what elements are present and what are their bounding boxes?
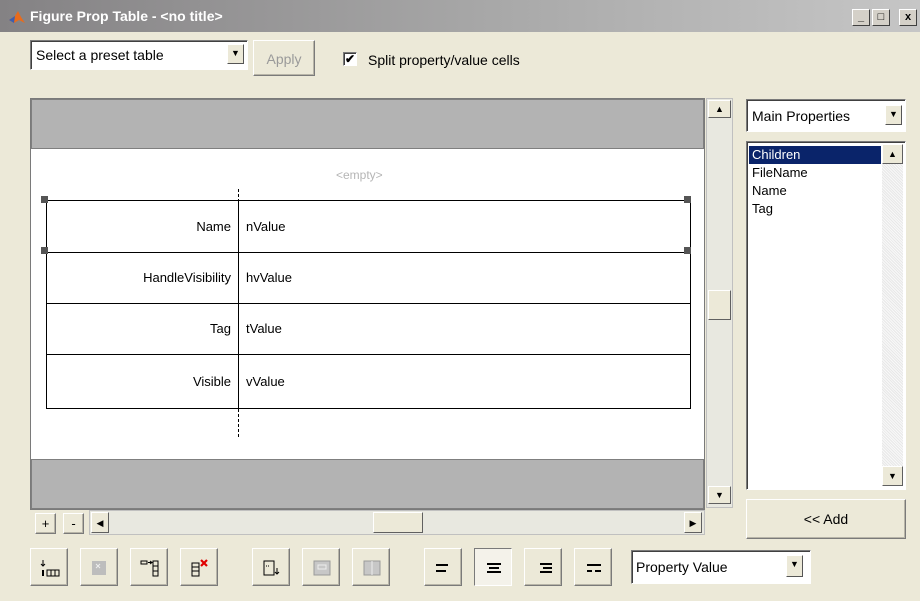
insert-cell-icon — [263, 560, 280, 576]
scroll-down-icon[interactable]: ▼ — [882, 466, 903, 486]
footer-band — [31, 459, 704, 509]
align-right-icon — [540, 563, 552, 573]
resize-handle[interactable] — [41, 196, 48, 203]
scroll-right-icon[interactable]: ▶ — [684, 512, 702, 533]
justify-icon — [587, 564, 601, 572]
table-layout-canvas[interactable]: <empty> Name nValue HandleVisibility hvV… — [30, 98, 705, 510]
scroll-up-icon[interactable]: ▲ — [882, 144, 903, 164]
property-cell[interactable]: Tag — [47, 304, 239, 354]
maximize-icon: □ — [877, 11, 885, 23]
align-left-icon — [436, 564, 448, 572]
split-cells-icon — [363, 560, 381, 576]
window-title: Figure Prop Table - <no title> — [30, 8, 223, 24]
canvas-vertical-scrollbar[interactable]: ▲ ▼ — [706, 98, 733, 508]
resize-handle[interactable] — [41, 247, 48, 254]
align-center-icon — [487, 563, 501, 573]
scroll-down-icon[interactable]: ▼ — [708, 486, 731, 504]
property-cell[interactable]: Name — [47, 201, 239, 252]
preset-table-select[interactable]: Select a preset table ▼ — [30, 40, 248, 70]
value-cell[interactable]: vValue — [246, 355, 285, 408]
split-cells-label: Split property/value cells — [368, 52, 520, 68]
value-cell[interactable]: nValue — [246, 201, 286, 252]
insert-row-icon — [40, 560, 60, 577]
property-cell[interactable]: Visible — [47, 355, 239, 408]
justify-button[interactable] — [574, 548, 612, 586]
maximize-button[interactable]: □ — [872, 9, 890, 26]
empty-placeholder: <empty> — [336, 168, 383, 182]
table-row[interactable]: HandleVisibility hvValue — [47, 253, 690, 304]
merge-cells-icon — [313, 560, 331, 576]
minimize-button[interactable]: _ — [852, 9, 870, 26]
list-item[interactable]: Tag — [749, 200, 881, 218]
value-cell[interactable]: hvValue — [246, 253, 292, 303]
delete-row-button-disabled[interactable] — [80, 548, 118, 586]
close-button[interactable]: x — [899, 9, 917, 26]
chevron-down-icon[interactable]: ▼ — [885, 105, 902, 125]
property-cell[interactable]: HandleVisibility — [47, 253, 239, 303]
split-cells-checkbox[interactable]: ✔ — [343, 52, 357, 66]
display-mode-select[interactable]: Property Value ▼ — [631, 550, 811, 584]
property-group-select[interactable]: Main Properties ▼ — [746, 99, 906, 132]
chevron-down-icon[interactable]: ▼ — [786, 555, 803, 577]
resize-handle[interactable] — [684, 247, 691, 254]
align-left-button[interactable] — [424, 548, 462, 586]
preset-table-value: Select a preset table — [36, 47, 164, 63]
minimize-icon: _ — [857, 11, 865, 23]
property-group-value: Main Properties — [752, 108, 851, 124]
table-row[interactable]: Tag tValue — [47, 304, 690, 355]
add-property-button[interactable]: << Add — [746, 499, 906, 539]
resize-handle[interactable] — [684, 196, 691, 203]
insert-cell-button[interactable] — [252, 548, 290, 586]
list-item[interactable]: Children — [749, 146, 881, 164]
close-icon: x — [904, 11, 912, 23]
scrollbar-thumb[interactable] — [373, 512, 423, 533]
scroll-left-icon[interactable]: ◀ — [91, 512, 109, 533]
value-cell[interactable]: tValue — [246, 304, 282, 354]
remove-row-button[interactable]: - — [63, 513, 84, 534]
insert-column-icon — [140, 560, 159, 577]
delete-row-icon — [92, 561, 106, 575]
insert-column-button[interactable] — [130, 548, 168, 586]
scroll-up-icon[interactable]: ▲ — [708, 100, 731, 118]
table-row[interactable]: Visible vValue — [47, 355, 690, 408]
list-vertical-scrollbar[interactable]: ▲ ▼ — [882, 144, 903, 486]
header-band — [31, 99, 704, 149]
align-center-button[interactable] — [474, 548, 512, 586]
matlab-logo-icon — [8, 8, 26, 26]
table-row[interactable]: Name nValue — [47, 201, 690, 253]
chevron-down-icon[interactable]: ▼ — [227, 44, 244, 64]
property-list[interactable]: Children FileName Name Tag ▲ ▼ — [746, 141, 906, 490]
property-table: Name nValue HandleVisibility hvValue Tag… — [46, 200, 691, 409]
add-row-button[interactable]: + — [35, 513, 56, 534]
merge-cells-button-disabled[interactable] — [302, 548, 340, 586]
apply-button[interactable]: Apply — [253, 40, 315, 76]
list-item[interactable]: Name — [749, 182, 881, 200]
align-right-button[interactable] — [524, 548, 562, 586]
split-cells-button-disabled[interactable] — [352, 548, 390, 586]
insert-row-button[interactable] — [30, 548, 68, 586]
display-mode-value: Property Value — [636, 559, 728, 575]
scrollbar-thumb[interactable] — [708, 290, 731, 320]
delete-column-icon — [191, 559, 208, 577]
canvas-horizontal-scrollbar[interactable]: ◀ ▶ — [89, 510, 705, 535]
list-item[interactable]: FileName — [749, 164, 881, 182]
delete-column-button[interactable] — [180, 548, 218, 586]
